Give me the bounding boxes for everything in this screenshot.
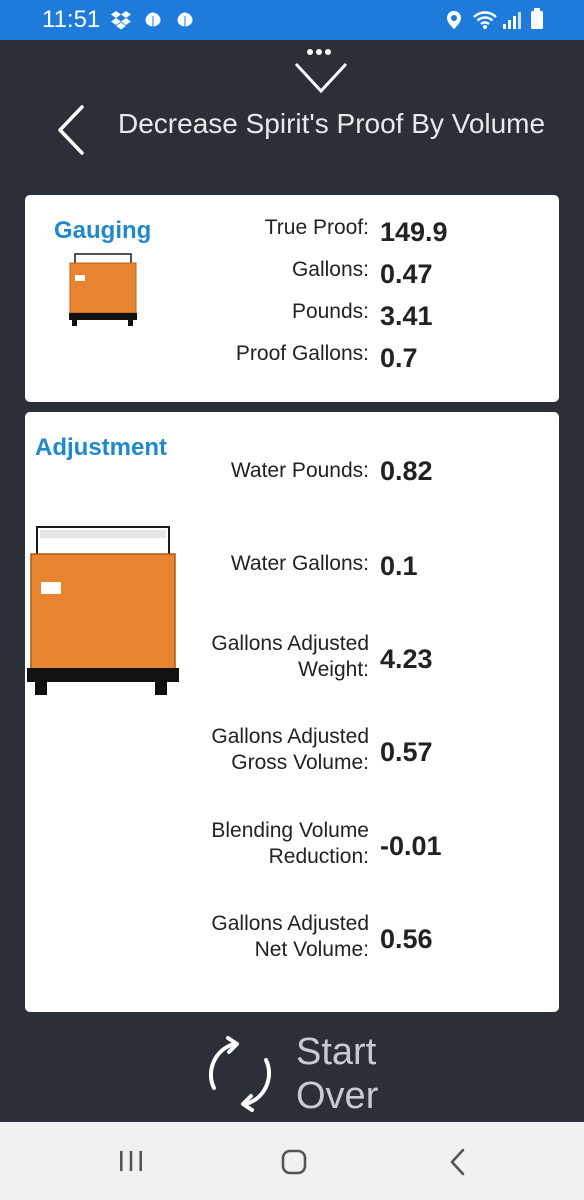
true-proof-value: 149.9: [380, 217, 448, 247]
back-arrow-icon[interactable]: [52, 104, 92, 156]
true-proof-label: True Proof:: [264, 216, 369, 239]
recent-apps-icon[interactable]: [118, 1148, 144, 1174]
gauging-card: Gauging True Proof: 149.9 Gallons: 0.47 …: [25, 195, 559, 402]
nav-back-icon[interactable]: [448, 1148, 468, 1176]
gallons-adjusted-net-volume-value: 0.56: [380, 924, 433, 954]
adjustment-title: Adjustment: [35, 434, 167, 461]
more-dots-icon[interactable]: [306, 48, 332, 56]
blending-volume-reduction-label: Blending Volume Reduction:: [211, 819, 369, 868]
home-icon[interactable]: [280, 1148, 308, 1176]
chevron-down-icon[interactable]: [294, 62, 348, 94]
pounds-value: 3.41: [380, 301, 433, 331]
page-title: Decrease Spirit's Proof By Volume: [118, 108, 546, 139]
dropbox-icon: [111, 11, 131, 30]
pounds-label: Pounds:: [291, 300, 369, 323]
water-gallons-value: 0.1: [380, 551, 418, 581]
gallons-adjusted-gross-volume-label: Gallons Adjusted Gross Volume:: [211, 725, 369, 774]
refresh-icon: [208, 1036, 272, 1112]
wifi-icon: [473, 11, 497, 29]
water-pounds-label: Water Pounds:: [230, 459, 369, 482]
proof-gallons-value: 0.7: [380, 343, 418, 373]
gallons-adjusted-weight-label: Gallons Adjusted Weight:: [211, 632, 369, 681]
gallons-label: Gallons:: [291, 258, 369, 281]
tank-icon: [27, 526, 179, 695]
leaf-icon: [144, 11, 162, 28]
water-pounds-value: 0.82: [380, 456, 433, 486]
status-time: 11:51: [42, 6, 101, 33]
leaf-icon: [176, 11, 194, 28]
water-gallons-label: Water Gallons:: [230, 552, 369, 575]
gallons-adjusted-gross-volume-value: 0.57: [380, 737, 433, 767]
system-nav-bar: [0, 1122, 584, 1200]
location-icon: [447, 11, 461, 29]
gallons-adjusted-weight-value: 4.23: [380, 644, 433, 674]
gallons-value: 0.47: [380, 259, 433, 289]
start-over-button[interactable]: Start Over: [200, 1030, 400, 1117]
signal-icon: [503, 12, 521, 29]
blending-volume-reduction-value: -0.01: [380, 831, 442, 861]
tank-icon: [69, 253, 137, 326]
adjustment-card: Adjustment Water Pounds: 0.82 Water Gall…: [25, 412, 559, 1012]
gauging-title: Gauging: [54, 217, 152, 244]
status-bar: 11:51: [0, 0, 584, 40]
start-over-label: Start Over: [296, 1031, 379, 1117]
battery-icon: [531, 8, 543, 29]
proof-gallons-label: Proof Gallons:: [235, 342, 369, 365]
gallons-adjusted-net-volume-label: Gallons Adjusted Net Volume:: [211, 912, 369, 961]
